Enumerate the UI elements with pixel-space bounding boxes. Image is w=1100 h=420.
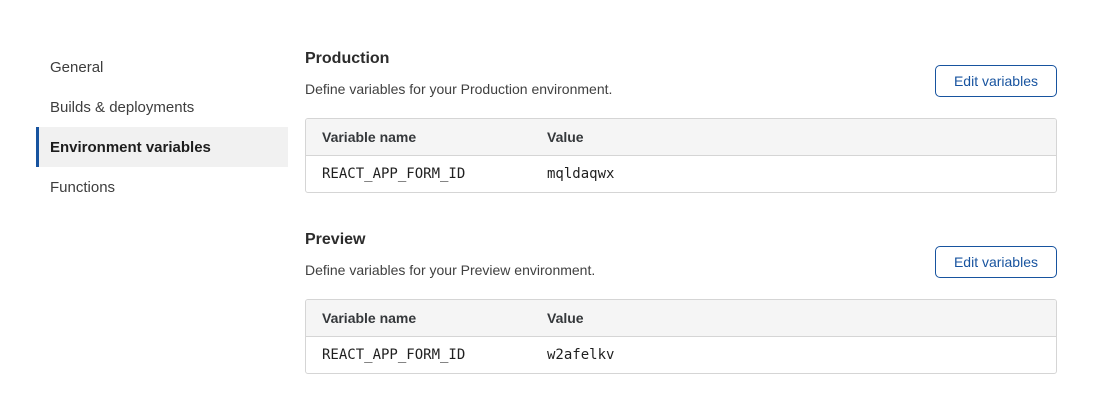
- section-title: Production: [305, 50, 612, 68]
- section-description: Define variables for your Production env…: [305, 82, 612, 97]
- column-header-variable-name: Variable name: [306, 119, 531, 155]
- variables-table: Variable name Value REACT_APP_FORM_ID w2…: [305, 299, 1057, 374]
- sidebar-item-general[interactable]: General: [36, 47, 288, 87]
- settings-page: General Builds & deployments Environment…: [0, 0, 1100, 374]
- section-title: Preview: [305, 231, 595, 249]
- variable-value-cell: w2afelkv: [531, 336, 1056, 373]
- production-section: Production Define variables for your Pro…: [305, 50, 1057, 193]
- preview-section-text: Preview Define variables for your Previe…: [305, 231, 595, 278]
- settings-sidebar: General Builds & deployments Environment…: [36, 47, 288, 374]
- sidebar-item-label: Functions: [50, 179, 115, 196]
- preview-section: Preview Define variables for your Previe…: [305, 231, 1057, 374]
- table-row: REACT_APP_FORM_ID w2afelkv: [306, 336, 1056, 373]
- table-header-row: Variable name Value: [306, 300, 1056, 336]
- environment-variables-panel: Production Define variables for your Pro…: [305, 47, 1057, 374]
- sidebar-item-functions[interactable]: Functions: [36, 167, 288, 207]
- edit-variables-button[interactable]: Edit variables: [935, 246, 1057, 278]
- column-header-variable-name: Variable name: [306, 300, 531, 336]
- column-header-value: Value: [531, 119, 1056, 155]
- table-row: REACT_APP_FORM_ID mqldaqwx: [306, 155, 1056, 192]
- production-section-header: Production Define variables for your Pro…: [305, 50, 1057, 97]
- edit-variables-button[interactable]: Edit variables: [935, 65, 1057, 97]
- table-header-row: Variable name Value: [306, 119, 1056, 155]
- production-section-text: Production Define variables for your Pro…: [305, 50, 612, 97]
- column-header-value: Value: [531, 300, 1056, 336]
- sidebar-item-label: General: [50, 59, 103, 76]
- variable-name-cell: REACT_APP_FORM_ID: [306, 336, 531, 373]
- sidebar-item-label: Environment variables: [50, 139, 211, 156]
- variable-value-cell: mqldaqwx: [531, 155, 1056, 192]
- variables-table: Variable name Value REACT_APP_FORM_ID mq…: [305, 118, 1057, 193]
- sidebar-item-builds-deployments[interactable]: Builds & deployments: [36, 87, 288, 127]
- preview-section-header: Preview Define variables for your Previe…: [305, 231, 1057, 278]
- sidebar-item-label: Builds & deployments: [50, 99, 194, 116]
- sidebar-item-environment-variables[interactable]: Environment variables: [36, 127, 288, 167]
- section-description: Define variables for your Preview enviro…: [305, 263, 595, 278]
- variable-name-cell: REACT_APP_FORM_ID: [306, 155, 531, 192]
